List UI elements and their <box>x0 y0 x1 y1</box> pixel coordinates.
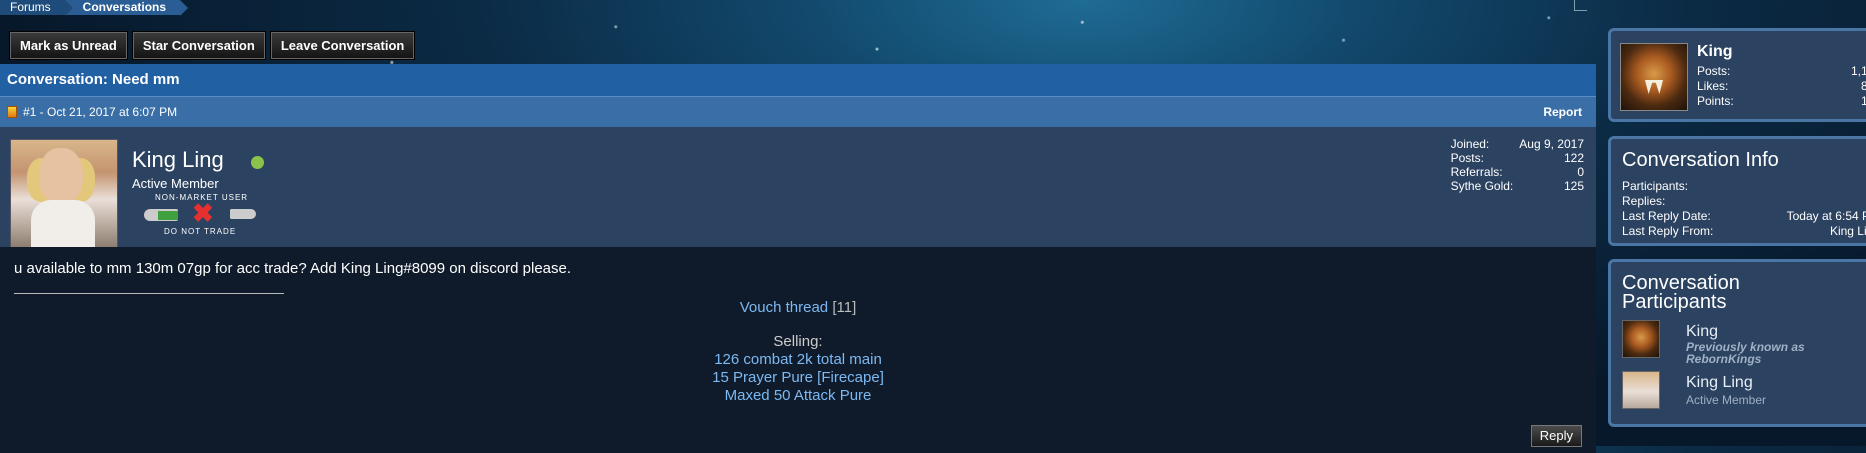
stat-label: Points: <box>1697 94 1734 108</box>
participant-item[interactable]: King Previously known as RebornKings <box>1622 320 1866 365</box>
vouch-count: [11] <box>832 299 857 316</box>
info-value: Today at 6:54 PM <box>1786 209 1866 223</box>
author-title: Active Member <box>132 176 219 191</box>
star-conversation-button[interactable]: Star Conversation <box>132 32 265 59</box>
selling-item-link[interactable]: Maxed 50 Attack Pure <box>0 387 1596 405</box>
participant-avatar[interactable] <box>1622 320 1660 358</box>
breadcrumb-forums[interactable]: Forums <box>0 0 73 16</box>
non-market-user-badge: NON-MARKET USER ✖ DO NOT TRADE <box>140 191 260 237</box>
breadcrumb-conversations[interactable]: Conversations <box>64 0 189 16</box>
selling-item-link[interactable]: 126 combat 2k total main <box>0 351 1596 369</box>
stat-value: Aug 9, 2017 <box>1519 137 1584 151</box>
stat-label: Sythe Gold: <box>1450 179 1514 193</box>
info-label: Participants: <box>1622 179 1689 193</box>
report-link[interactable]: Report <box>1543 105 1582 119</box>
selling-label: Selling: <box>773 333 823 350</box>
conversation-info-list: Participants:2 Replies:7 Last Reply Date… <box>1622 179 1866 239</box>
visitor-panel: King Posts: 1,193 Likes: 821 Points: 133 <box>1608 28 1866 122</box>
visitor-name[interactable]: King <box>1697 43 1733 61</box>
participant-subtitle: Previously known as RebornKings <box>1686 340 1805 366</box>
stat-value[interactable]: 821 <box>1861 79 1866 94</box>
participant-subtitle: Active Member <box>1686 393 1767 407</box>
conversation-info-panel: Conversation Info Participants:2 Replies… <box>1608 136 1866 246</box>
stat-label: Joined: <box>1450 137 1490 151</box>
info-label: Replies: <box>1622 194 1666 208</box>
leave-conversation-button[interactable]: Leave Conversation <box>270 32 415 59</box>
info-label: Last Reply From: <box>1622 224 1714 238</box>
participants-panel: Conversation Participants King Previousl… <box>1608 259 1866 427</box>
stat-label: Referrals: <box>1450 165 1503 179</box>
participant-avatar[interactable] <box>1622 371 1660 409</box>
stat-value: 122 <box>1563 151 1584 165</box>
selling-item-link[interactable]: 15 Prayer Pure [Firecape] <box>0 369 1596 387</box>
visitor-avatar[interactable] <box>1620 43 1688 111</box>
vouch-thread-link[interactable]: Vouch thread <box>740 299 828 316</box>
post-body: u available to mm 130m 07gp for acc trad… <box>0 247 1596 453</box>
external-link-icon[interactable] <box>1574 0 1587 11</box>
handshake-right-icon <box>230 209 256 219</box>
info-value[interactable]: King Ling <box>1830 224 1866 239</box>
participant-name[interactable]: King <box>1686 323 1718 341</box>
avatar[interactable] <box>10 139 118 249</box>
stat-value[interactable]: 133 <box>1861 94 1866 109</box>
stat-label: Posts: <box>1697 64 1731 78</box>
info-label: Last Reply Date: <box>1622 209 1711 223</box>
conversation-main: Conversation: Need mm #1 - Oct 21, 2017 … <box>0 64 1596 453</box>
visitor-stats: Posts: 1,193 Likes: 821 Points: 133 <box>1697 64 1866 109</box>
breadcrumb: Forums Conversations <box>0 0 189 16</box>
handshake-left-icon <box>144 209 178 221</box>
participant-item[interactable]: King Ling Active Member <box>1622 371 1866 409</box>
post-author-bar: King Ling Active Member NON-MARKET USER … <box>0 127 1596 249</box>
signature: Vouch thread [11] Selling: 126 combat 2k… <box>0 299 1596 405</box>
participant-name[interactable]: King Ling <box>1686 374 1753 392</box>
panel-title: Conversation Info <box>1622 149 1779 171</box>
mark-unread-button[interactable]: Mark as Unread <box>10 32 127 59</box>
post-message: u available to mm 130m 07gp for acc trad… <box>14 260 572 277</box>
badge-bottom-text: DO NOT TRADE <box>164 227 237 236</box>
cross-icon: ✖ <box>192 198 214 228</box>
author-stats: Joined: Aug 9, 2017 Posts: 122 Referrals: 0… <box>1451 137 1584 193</box>
reply-button[interactable]: Reply <box>1530 425 1582 447</box>
stat-label: Posts: <box>1450 151 1484 165</box>
author-name[interactable]: King Ling <box>132 147 224 173</box>
stat-value: 125 <box>1563 179 1584 193</box>
post-header: #1 - Oct 21, 2017 at 6:07 PM Report <box>0 96 1596 127</box>
online-status-icon <box>251 156 264 169</box>
conversation-toolbar: Mark as Unread Star Conversation Leave C… <box>10 32 415 59</box>
signature-divider <box>14 293 284 294</box>
stat-value: 0 <box>1577 165 1584 179</box>
conversation-title: Conversation: Need mm <box>0 64 1596 96</box>
new-post-icon <box>7 106 17 118</box>
stat-value[interactable]: 1,193 <box>1851 64 1866 79</box>
post-meta[interactable]: #1 - Oct 21, 2017 at 6:07 PM <box>23 105 177 119</box>
panel-title: Conversation Participants <box>1622 272 1740 313</box>
stat-label: Likes: <box>1697 79 1729 93</box>
